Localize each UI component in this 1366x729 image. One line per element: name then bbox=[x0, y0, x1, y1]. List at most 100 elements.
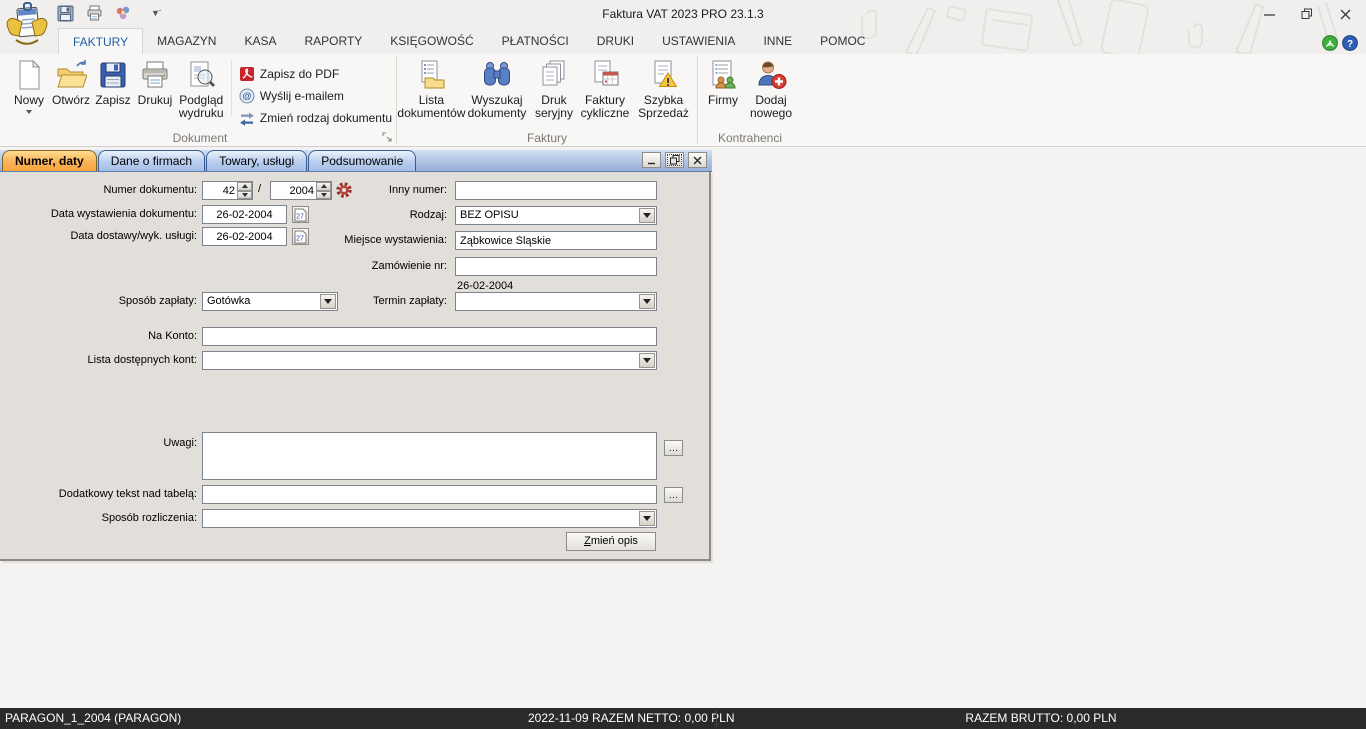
send-email-button[interactable]: @ Wyślij e-mailem bbox=[237, 85, 392, 106]
ribbon-tab-bar: FAKTURY MAGAZYN KASA RAPORTY KSIĘGOWOŚĆ … bbox=[58, 28, 879, 54]
dodatkowy-tekst-input[interactable] bbox=[202, 485, 657, 504]
numer-dokumentu-label: Numer dokumentu: bbox=[0, 181, 197, 200]
title-bar-band: ▼̄︎ Faktura VAT 2023 PRO 23.1.3 bbox=[0, 0, 1366, 54]
new-dropdown-arrow-icon bbox=[26, 110, 32, 117]
ribbon-tab-ustawienia[interactable]: USTAWIENIA bbox=[648, 28, 749, 54]
group-label-kontrahenci: Kontrahenci bbox=[698, 131, 802, 145]
ribbon-tab-inne[interactable]: INNE bbox=[749, 28, 806, 54]
pdf-icon bbox=[239, 66, 255, 82]
save-button[interactable]: Zapisz bbox=[92, 57, 134, 107]
zmien-opis-button[interactable]: Zmień opis bbox=[566, 532, 656, 551]
minimize-icon bbox=[1264, 9, 1275, 20]
na-konto-input[interactable] bbox=[202, 327, 657, 346]
swap-arrows-icon bbox=[239, 110, 255, 126]
help-icon[interactable]: ? bbox=[1342, 35, 1358, 51]
new-document-button[interactable]: Nowy bbox=[8, 57, 50, 117]
restore-button[interactable] bbox=[1296, 5, 1318, 23]
close-button[interactable] bbox=[1334, 5, 1356, 23]
open-folder-icon bbox=[55, 59, 87, 91]
uwagi-label: Uwagi: bbox=[0, 434, 197, 453]
numer-spinner bbox=[202, 181, 253, 200]
add-person-icon bbox=[755, 59, 787, 91]
change-document-type-button[interactable]: Zmień rodzaj dokumentu bbox=[237, 107, 392, 128]
miejsce-wystawienia-input[interactable] bbox=[455, 231, 657, 250]
search-documents-button[interactable]: Wyszukaj dokumenty bbox=[462, 57, 532, 120]
binoculars-icon bbox=[481, 59, 513, 91]
miejsce-wystawienia-label: Miejsce wystawienia: bbox=[250, 231, 447, 250]
ribbon-tab-druki[interactable]: DRUKI bbox=[583, 28, 648, 54]
document-tab-strip: Numer, daty Dane o firmach Towary, usług… bbox=[0, 150, 712, 172]
ribbon-tab-platnosci[interactable]: PŁATNOŚCI bbox=[488, 28, 583, 54]
form-panel: Numer dokumentu: / Inny numer: Data wyst… bbox=[0, 172, 711, 561]
app-window: ▼̄︎ Faktura VAT 2023 PRO 23.1.3 bbox=[0, 0, 1366, 729]
close-icon bbox=[1340, 9, 1351, 20]
document-list-button[interactable]: Lista dokumentów bbox=[401, 57, 462, 120]
rodzaj-label: Rodzaj: bbox=[250, 206, 447, 225]
ribbon-group-kontrahenci: Firmy Dodaj nowego Kontrahenci bbox=[698, 54, 802, 146]
open-button[interactable]: Otwórz bbox=[50, 57, 92, 107]
serial-print-button[interactable]: Druk seryjny bbox=[532, 57, 576, 120]
ribbon-tab-pomoc[interactable]: POMOC bbox=[806, 28, 879, 54]
sposob-zaplaty-label: Sposób zapłaty: bbox=[0, 292, 197, 311]
doc-tab-dane-o-firmach[interactable]: Dane o firmach bbox=[98, 150, 205, 171]
status-bar: PARAGON_1_2004 (PARAGON) 2022-11-09 RAZE… bbox=[0, 708, 1366, 729]
recurring-invoices-icon bbox=[589, 59, 621, 91]
doc-close-button[interactable] bbox=[688, 152, 707, 168]
print-preview-icon bbox=[185, 59, 217, 91]
status-date: 2022-11-09 bbox=[528, 708, 589, 729]
close-icon bbox=[693, 156, 702, 165]
dialog-launcher-icon[interactable] bbox=[382, 132, 393, 143]
document-small-buttons: Zapisz do PDF @ Wyślij e-mailem Zmień ro… bbox=[237, 57, 392, 128]
combo-dropdown-icon[interactable] bbox=[639, 208, 655, 223]
rodzaj-combo[interactable]: BEZ OPISU bbox=[455, 206, 657, 225]
sposob-rozliczenia-combo[interactable] bbox=[202, 509, 657, 528]
inny-numer-input[interactable] bbox=[455, 181, 657, 200]
termin-zaplaty-label: Termin zapłaty: bbox=[250, 292, 447, 311]
doc-tab-towary-uslugi[interactable]: Towary, usługi bbox=[206, 150, 307, 171]
window-title: Faktura VAT 2023 PRO 23.1.3 bbox=[0, 7, 1366, 21]
uwagi-textarea[interactable] bbox=[202, 432, 657, 480]
dodatkowy-tekst-ellipsis-button[interactable]: … bbox=[664, 487, 683, 503]
data-wystawienia-label: Data wystawienia dokumentu: bbox=[0, 205, 197, 224]
document-window-controls bbox=[642, 152, 707, 168]
dodatkowy-tekst-label: Dodatkowy tekst nad tabelą: bbox=[0, 485, 197, 504]
minimize-icon bbox=[647, 156, 656, 165]
lista-kont-combo[interactable] bbox=[202, 351, 657, 370]
online-status-icon[interactable] bbox=[1322, 35, 1338, 51]
combo-dropdown-icon[interactable] bbox=[639, 353, 655, 368]
combo-dropdown-icon[interactable] bbox=[639, 511, 655, 526]
print-preview-button[interactable]: Podgląd wydruku bbox=[176, 57, 226, 120]
companies-button[interactable]: Firmy bbox=[702, 57, 744, 107]
sposob-rozliczenia-label: Sposób rozliczenia: bbox=[0, 509, 197, 528]
group-label-dokument: Dokument bbox=[4, 131, 396, 145]
ribbon-tab-raporty[interactable]: RAPORTY bbox=[290, 28, 376, 54]
combo-dropdown-icon[interactable] bbox=[639, 294, 655, 309]
ribbon-group-faktury: Lista dokumentów Wyszukaj dokumenty bbox=[397, 54, 697, 146]
ribbon-tab-magazyn[interactable]: MAGAZYN bbox=[143, 28, 230, 54]
add-contractor-button[interactable]: Dodaj nowego bbox=[744, 57, 798, 120]
svg-text:@: @ bbox=[242, 91, 252, 102]
print-button[interactable]: Drukuj bbox=[134, 57, 176, 107]
companies-icon bbox=[707, 59, 739, 91]
save-pdf-button[interactable]: Zapisz do PDF bbox=[237, 63, 392, 84]
doc-tab-podsumowanie[interactable]: Podsumowanie bbox=[308, 150, 416, 171]
doc-tab-numer-daty[interactable]: Numer, daty bbox=[2, 150, 97, 171]
termin-static-date: 26-02-2004 bbox=[457, 280, 513, 292]
termin-zaplaty-combo[interactable] bbox=[455, 292, 657, 311]
doc-restore-button[interactable] bbox=[665, 152, 684, 168]
quick-sale-button[interactable]: Szybka Sprzedaż bbox=[634, 57, 693, 120]
doc-minimize-button[interactable] bbox=[642, 152, 661, 168]
save-icon bbox=[97, 59, 129, 91]
zamowienie-input[interactable] bbox=[455, 257, 657, 276]
minimize-button[interactable] bbox=[1258, 5, 1280, 23]
ribbon: Nowy Otwórz bbox=[0, 54, 1366, 147]
recurring-invoices-button[interactable]: Faktury cykliczne bbox=[576, 57, 634, 120]
uwagi-ellipsis-button[interactable]: … bbox=[664, 440, 683, 456]
ribbon-tab-faktury[interactable]: FAKTURY bbox=[58, 28, 143, 54]
ribbon-tab-ksiegowosc[interactable]: KSIĘGOWOŚĆ bbox=[376, 28, 487, 54]
restore-icon bbox=[670, 155, 680, 165]
ribbon-tab-kasa[interactable]: KASA bbox=[230, 28, 290, 54]
lista-kont-label: Lista dostępnych kont: bbox=[0, 351, 197, 370]
status-icon-area: ? bbox=[1322, 35, 1358, 51]
window-controls bbox=[1258, 5, 1356, 23]
